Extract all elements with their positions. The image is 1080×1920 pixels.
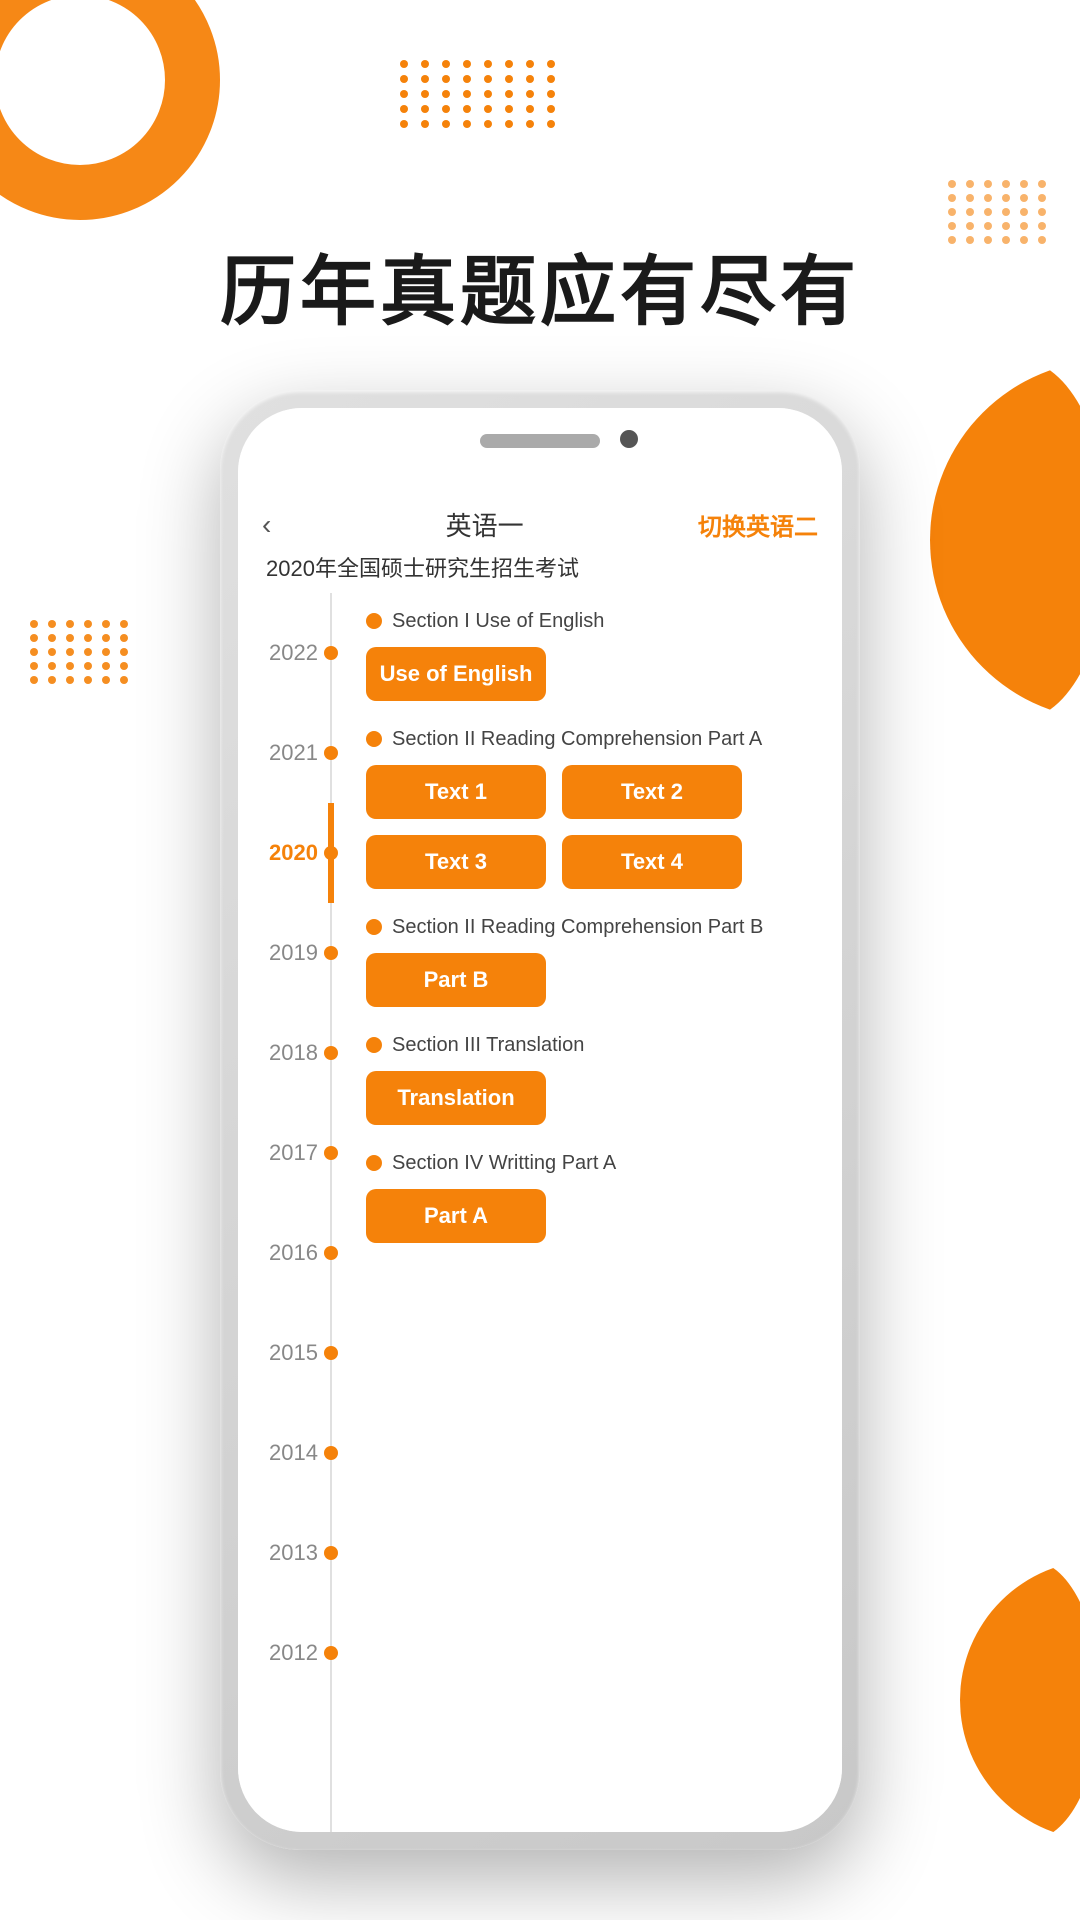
year-2017[interactable]: 2017 (238, 1103, 348, 1203)
section-4-dot (366, 1155, 382, 1171)
section-4-block: Section IV Writting Part A Part A (366, 1149, 824, 1243)
year-dot-2022 (324, 646, 338, 660)
text3-button[interactable]: Text 3 (366, 835, 546, 889)
year-dot-2017 (324, 1146, 338, 1160)
year-label-2014: 2014 (269, 1440, 318, 1466)
text2-button[interactable]: Text 2 (562, 765, 742, 819)
year-label-2022: 2022 (269, 640, 318, 666)
header-title: 英语一 (446, 506, 524, 543)
year-dot-2013 (324, 1546, 338, 1560)
hero-title: 历年真题应有尽有 (0, 230, 1080, 340)
switch-button[interactable]: 切换英语二 (698, 507, 818, 542)
exam-title: 2020年全国硕士研究生招生考试 (262, 551, 818, 583)
section-2b-header: Section II Reading Comprehension Part B (366, 913, 824, 941)
year-label-2012: 2012 (269, 1640, 318, 1666)
section-1-header: Section I Use of English (366, 607, 824, 635)
section-2a-label: Section II Reading Comprehension Part A (392, 725, 762, 753)
decorative-dots-left-mid (30, 620, 132, 684)
text4-button[interactable]: Text 4 (562, 835, 742, 889)
section-3-header: Section III Translation (366, 1031, 824, 1059)
year-2014[interactable]: 2014 (238, 1403, 348, 1503)
section-1-dot (366, 613, 382, 629)
year-2022[interactable]: 2022 (238, 603, 348, 703)
section-2b-dot (366, 919, 382, 935)
section-4-header: Section IV Writting Part A (366, 1149, 824, 1177)
year-label-2013: 2013 (269, 1540, 318, 1566)
header-row: ‹ 英语一 切换英语二 (262, 506, 818, 543)
section-4-buttons: Part A (366, 1189, 824, 1243)
year-dot-2014 (324, 1446, 338, 1460)
back-button[interactable]: ‹ (262, 509, 271, 541)
decorative-dots-top-center (400, 60, 561, 128)
year-label-2015: 2015 (269, 1340, 318, 1366)
partb-button[interactable]: Part B (366, 953, 546, 1007)
section-2a-header: Section II Reading Comprehension Part A (366, 725, 824, 753)
year-2018[interactable]: 2018 (238, 1003, 348, 1103)
use-of-english-button[interactable]: Use of English (366, 647, 546, 701)
section-3-dot (366, 1037, 382, 1053)
year-2015[interactable]: 2015 (238, 1303, 348, 1403)
phone-header: ‹ 英语一 切换英语二 2020年全国硕士研究生招生考试 (238, 488, 842, 593)
year-2013[interactable]: 2013 (238, 1503, 348, 1603)
decorative-arc-right (930, 360, 1080, 720)
section-3-buttons: Translation (366, 1071, 824, 1125)
text1-button[interactable]: Text 1 (366, 765, 546, 819)
year-dot-2016 (324, 1246, 338, 1260)
section-2a-block: Section II Reading Comprehension Part A … (366, 725, 824, 889)
year-bar-2020 (328, 803, 334, 903)
section-1-buttons: Use of English (366, 647, 824, 701)
year-label-2018: 2018 (269, 1040, 318, 1066)
section-2b-buttons: Part B (366, 953, 824, 1007)
year-label-2020: 2020 (269, 840, 318, 866)
year-dot-2015 (324, 1346, 338, 1360)
section-3-label: Section III Translation (392, 1031, 584, 1059)
year-2012[interactable]: 2012 (238, 1603, 348, 1703)
phone-notch (238, 408, 842, 488)
year-label-2019: 2019 (269, 940, 318, 966)
section-2b-label: Section II Reading Comprehension Part B (392, 913, 763, 941)
year-label-2016: 2016 (269, 1240, 318, 1266)
section-2a-dot (366, 731, 382, 747)
phone-content: 2022 2021 2020 2019 (238, 593, 842, 1832)
decorative-arc-bottom-right (960, 1560, 1080, 1840)
year-label-2021: 2021 (269, 740, 318, 766)
phone-inner-frame: ‹ 英语一 切换英语二 2020年全国硕士研究生招生考试 2022 (238, 408, 842, 1832)
phone-mockup: ‹ 英语一 切换英语二 2020年全国硕士研究生招生考试 2022 (220, 390, 860, 1850)
year-2016[interactable]: 2016 (238, 1203, 348, 1303)
phone-speaker (480, 434, 600, 448)
year-dot-2021 (324, 746, 338, 760)
section-4-label: Section IV Writting Part A (392, 1149, 616, 1177)
year-2021[interactable]: 2021 (238, 703, 348, 803)
year-2019[interactable]: 2019 (238, 903, 348, 1003)
decorative-circle-top-left (0, 0, 220, 220)
section-1-block: Section I Use of English Use of English (366, 593, 824, 701)
year-label-2017: 2017 (269, 1140, 318, 1166)
section-3-block: Section III Translation Translation (366, 1031, 824, 1125)
phone-screen: ‹ 英语一 切换英语二 2020年全国硕士研究生招生考试 2022 (238, 488, 842, 1832)
parta-button[interactable]: Part A (366, 1189, 546, 1243)
section-2a-buttons: Text 1 Text 2 Text 3 Text 4 (366, 765, 824, 889)
year-dot-2018 (324, 1046, 338, 1060)
section-1-label: Section I Use of English (392, 607, 604, 635)
timeline-sidebar: 2022 2021 2020 2019 (238, 593, 348, 1832)
sections-content: Section I Use of English Use of English … (348, 593, 842, 1832)
section-2b-block: Section II Reading Comprehension Part B … (366, 913, 824, 1007)
phone-camera (620, 430, 638, 448)
translation-button[interactable]: Translation (366, 1071, 546, 1125)
year-dot-2019 (324, 946, 338, 960)
year-2020[interactable]: 2020 (238, 803, 348, 903)
year-dot-2012 (324, 1646, 338, 1660)
phone-outer-frame: ‹ 英语一 切换英语二 2020年全国硕士研究生招生考试 2022 (220, 390, 860, 1850)
